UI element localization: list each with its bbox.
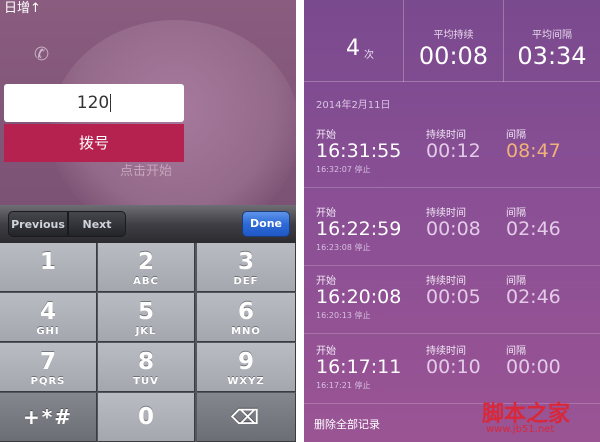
- avg-interval-value: 03:34: [517, 42, 587, 70]
- summary-row: 4 次 平均持续 00:08 平均间隔 03:34: [304, 0, 600, 82]
- duration-value: 00:08: [426, 218, 481, 240]
- avg-interval-label: 平均间隔: [532, 30, 572, 41]
- next-button[interactable]: Next: [68, 211, 126, 237]
- dialer-screen: 日增↑ ✆ 120 拨号 点击开始 Previous Next Done 1 2…: [0, 0, 296, 442]
- dial-button[interactable]: 拨号: [4, 124, 184, 162]
- stop-time: 16:23:08 停止: [316, 243, 371, 252]
- delete-key[interactable]: ⌫: [197, 393, 296, 442]
- key-4[interactable]: 4 GHI: [0, 293, 97, 342]
- watermark-url: www.jb51.net: [486, 424, 555, 435]
- key-letters: JKL: [135, 326, 157, 337]
- start-time: 16:17:11: [316, 356, 402, 378]
- records-screen: 4 次 平均持续 00:08 平均间隔 03:34 2014年2月11日 开始 …: [304, 0, 600, 442]
- interval-label: 间隔: [506, 130, 526, 141]
- count-value: 4: [346, 36, 360, 61]
- key-0[interactable]: 0: [98, 393, 195, 442]
- key-number: 8: [137, 349, 154, 375]
- stop-time: 16:32:07 停止: [316, 165, 371, 174]
- duration-label: 持续时间: [426, 208, 466, 219]
- duration-label: 持续时间: [426, 130, 466, 141]
- key-number: 1: [39, 249, 56, 275]
- duration-label: 持续时间: [426, 346, 466, 357]
- avg-duration-value: 00:08: [418, 42, 489, 70]
- key-symbols[interactable]: +*#: [0, 393, 97, 442]
- top-bar: 日增↑: [0, 0, 296, 16]
- key-number: 4: [39, 299, 56, 325]
- interval-value: 02:46: [506, 286, 561, 308]
- dial-number-input[interactable]: 120: [4, 84, 184, 122]
- record-row[interactable]: 开始 16:31:55 16:32:07 停止 持续时间 00:12 间隔 08…: [304, 118, 600, 188]
- key-symbols-label: +*#: [23, 405, 73, 429]
- key-number: 6: [237, 299, 254, 325]
- key-number: 7: [39, 349, 56, 375]
- start-time: 16:20:08: [316, 286, 402, 308]
- duration-value: 00:05: [426, 286, 481, 308]
- key-letters: PQRS: [30, 376, 66, 387]
- top-label[interactable]: 日增↑: [4, 0, 41, 16]
- previous-button[interactable]: Previous: [8, 211, 68, 237]
- backspace-icon: ⌫: [230, 405, 262, 429]
- key-letters: MNO: [231, 326, 261, 337]
- key-letters: WXYZ: [227, 376, 265, 387]
- keyboard-accessory-bar: Previous Next Done: [0, 205, 296, 243]
- phone-icon: ✆: [34, 44, 50, 65]
- key-number: 2: [137, 249, 154, 275]
- start-label: 开始: [316, 208, 336, 219]
- stop-time: 16:17:21 停止: [316, 381, 371, 390]
- key-2[interactable]: 2 ABC: [98, 243, 195, 292]
- start-label: 开始: [316, 346, 336, 357]
- key-9[interactable]: 9 WXYZ: [197, 343, 296, 392]
- number-keypad: 1 2 ABC 3 DEF 4 GHI 5 JKL 6 MNO 7 PQRS 8…: [0, 243, 296, 442]
- interval-label: 间隔: [506, 276, 526, 287]
- key-1[interactable]: 1: [0, 243, 97, 292]
- record-row[interactable]: 开始 16:17:11 16:17:21 停止 持续时间 00:10 间隔 00…: [304, 334, 600, 404]
- start-label: 开始: [316, 276, 336, 287]
- count-unit: 次: [364, 50, 374, 61]
- summary-avg-interval: 平均间隔 03:34: [504, 0, 600, 82]
- interval-value: 00:00: [506, 356, 561, 378]
- start-time: 16:22:59: [316, 218, 402, 240]
- duration-label: 持续时间: [426, 276, 466, 287]
- text-caret: [110, 94, 112, 112]
- interval-label: 间隔: [506, 346, 526, 357]
- key-3[interactable]: 3 DEF: [197, 243, 296, 292]
- key-5[interactable]: 5 JKL: [98, 293, 195, 342]
- start-label: 开始: [316, 130, 336, 141]
- key-number: 0: [137, 404, 154, 430]
- key-letters: ABC: [133, 276, 159, 287]
- interval-value: 02:46: [506, 218, 561, 240]
- key-letters: TUV: [133, 376, 159, 387]
- duration-value: 00:12: [426, 140, 481, 162]
- key-6[interactable]: 6 MNO: [197, 293, 296, 342]
- summary-avg-duration: 平均持续 00:08: [404, 0, 504, 82]
- dial-number-value: 120: [76, 93, 110, 113]
- summary-count: 4 次: [304, 0, 404, 82]
- key-8[interactable]: 8 TUV: [98, 343, 195, 392]
- record-row[interactable]: 开始 16:22:59 16:23:08 停止 持续时间 00:08 间隔 02…: [304, 196, 600, 266]
- duration-value: 00:10: [426, 356, 481, 378]
- record-date: 2014年2月11日: [316, 100, 391, 111]
- interval-label: 间隔: [506, 208, 526, 219]
- key-7[interactable]: 7 PQRS: [0, 343, 97, 392]
- key-number: 5: [137, 299, 154, 325]
- tap-to-start-hint[interactable]: 点击开始: [120, 160, 172, 179]
- avg-duration-label: 平均持续: [433, 30, 474, 41]
- key-number: 9: [237, 349, 254, 375]
- start-time: 16:31:55: [316, 140, 402, 162]
- key-letters: DEF: [233, 276, 259, 287]
- key-letters: GHI: [36, 326, 60, 337]
- key-number: 3: [237, 249, 254, 275]
- interval-value: 08:47: [506, 140, 561, 162]
- stop-time: 16:20:13 停止: [316, 311, 371, 320]
- clear-all-records-button[interactable]: 删除全部记录: [314, 416, 380, 432]
- record-row[interactable]: 开始 16:20:08 16:20:13 停止 持续时间 00:05 间隔 02…: [304, 264, 600, 334]
- done-button[interactable]: Done: [242, 211, 290, 237]
